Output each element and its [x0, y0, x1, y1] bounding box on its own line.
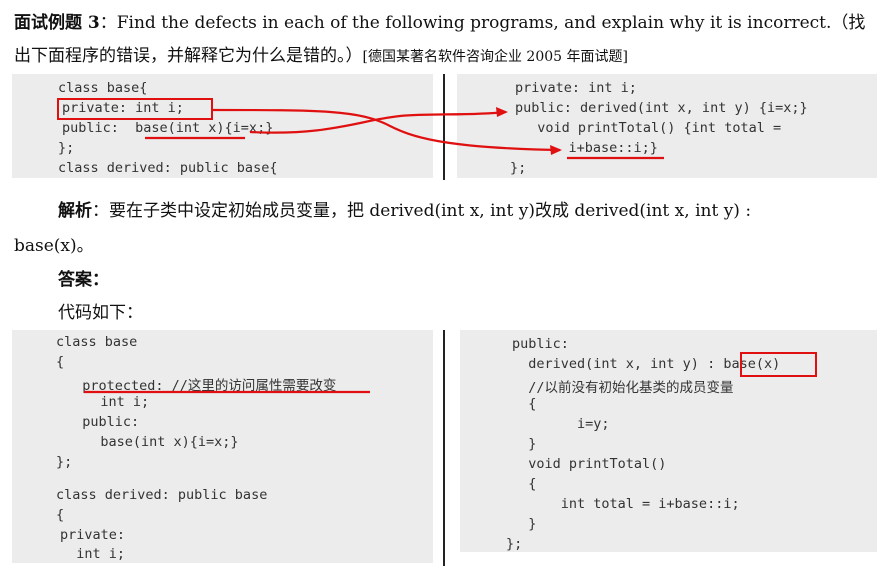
base-call-highlight-box [740, 352, 817, 377]
answer-annotations [84, 390, 370, 394]
